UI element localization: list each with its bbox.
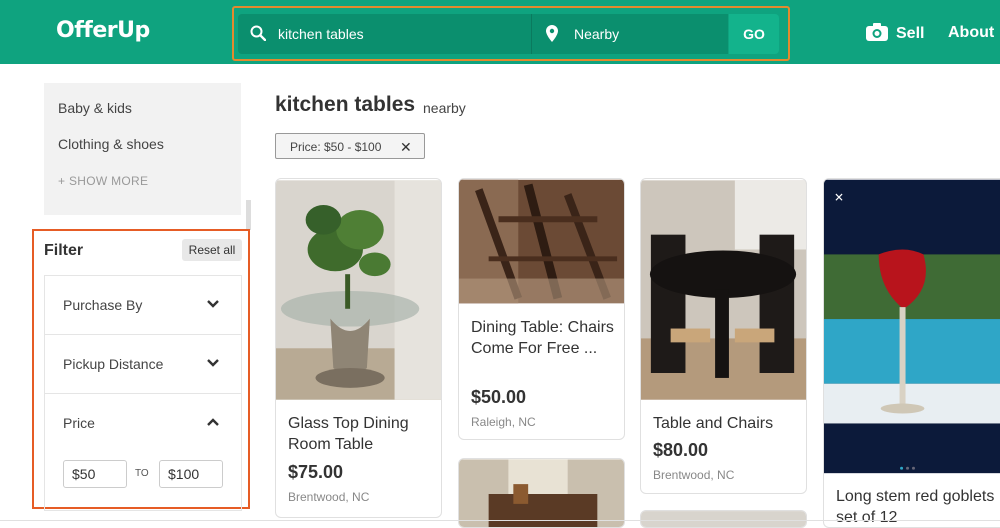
listing-card[interactable]	[458, 458, 625, 528]
results-title: kitchen tables	[275, 93, 416, 116]
price-filter-chip[interactable]: Price: $50 - $100 ✕	[275, 133, 425, 159]
listing-price: $75.00	[288, 462, 344, 482]
page-divider	[0, 520, 1000, 521]
listing-image	[459, 179, 624, 304]
listing-title: Glass Top Dining Room Table	[288, 415, 409, 453]
price-max-input[interactable]	[159, 460, 223, 488]
listing-image: ✕	[824, 179, 1000, 474]
filter-purchase-by[interactable]: Purchase By	[45, 276, 241, 335]
location-selector[interactable]: Nearby	[532, 14, 728, 54]
filter-label: Purchase By	[63, 297, 143, 313]
listing-image	[459, 459, 624, 527]
listing-image	[276, 180, 441, 400]
results-scope: nearby	[423, 100, 466, 116]
top-header: OfferUp Nearby GO Sell About	[0, 0, 1000, 64]
chip-label: Price: $50 - $100	[290, 140, 382, 154]
reset-all-button[interactable]: Reset all	[182, 239, 242, 261]
close-icon[interactable]: ✕	[400, 139, 412, 156]
listing-price: $80.00	[653, 440, 709, 460]
chevron-down-icon	[207, 359, 219, 367]
listing-location: Raleigh, NC	[471, 415, 536, 429]
category-list: Baby & kids Clothing & shoes + SHOW MORE	[44, 83, 241, 215]
filter-accordion: Purchase By Pickup Distance Price TO	[44, 275, 242, 511]
search-field-wrap	[238, 14, 531, 54]
price-min-input[interactable]	[63, 460, 127, 488]
sell-label: Sell	[896, 25, 925, 42]
listing-location: Brentwood, NC	[653, 468, 735, 482]
camera-icon	[866, 23, 888, 46]
search-bar: Nearby GO	[232, 6, 790, 61]
listing-price: $50.00	[471, 387, 527, 407]
listing-card[interactable]	[640, 510, 807, 528]
listing-card[interactable]: ✕ Long stem red goblets set of 12	[823, 178, 1000, 528]
listing-title: Dining Table: Chairs Come For Free ...	[471, 319, 614, 357]
show-more-link[interactable]: + SHOW MORE	[58, 174, 148, 188]
go-button[interactable]: GO	[729, 14, 779, 54]
sidebar-scrollbar[interactable]	[246, 200, 251, 230]
category-item-clothing-shoes[interactable]: Clothing & shoes	[58, 136, 164, 152]
listing-image	[641, 180, 806, 400]
listing-card[interactable]: Glass Top Dining Room Table $75.00 Brent…	[275, 178, 442, 518]
chevron-up-icon	[207, 418, 219, 426]
chevron-down-icon	[207, 300, 219, 308]
category-item-baby-kids[interactable]: Baby & kids	[58, 100, 132, 116]
listing-card[interactable]: Dining Table: Chairs Come For Free ... $…	[458, 178, 625, 440]
price-to-label: TO	[135, 468, 149, 479]
location-label: Nearby	[574, 26, 620, 42]
filter-label: Price	[63, 415, 95, 431]
search-icon	[250, 25, 267, 46]
listing-card[interactable]: Table and Chairs $80.00 Brentwood, NC	[640, 178, 807, 494]
svg-text:✕: ✕	[834, 191, 844, 205]
filter-label: Pickup Distance	[63, 356, 164, 372]
filter-title: Filter	[44, 242, 84, 259]
location-pin-icon	[546, 25, 558, 45]
filter-price[interactable]: Price	[45, 394, 241, 453]
about-link[interactable]: About	[948, 24, 994, 42]
listing-title: Long stem red goblets set of 12	[836, 488, 995, 526]
filter-panel: Filter Reset all Purchase By Pickup Dist…	[32, 229, 250, 511]
offerup-logo[interactable]: OfferUp	[56, 18, 150, 43]
listing-location: Brentwood, NC	[288, 490, 370, 504]
filter-pickup-distance[interactable]: Pickup Distance	[45, 335, 241, 394]
search-input[interactable]	[278, 14, 523, 54]
listing-title: Table and Chairs	[653, 415, 774, 432]
